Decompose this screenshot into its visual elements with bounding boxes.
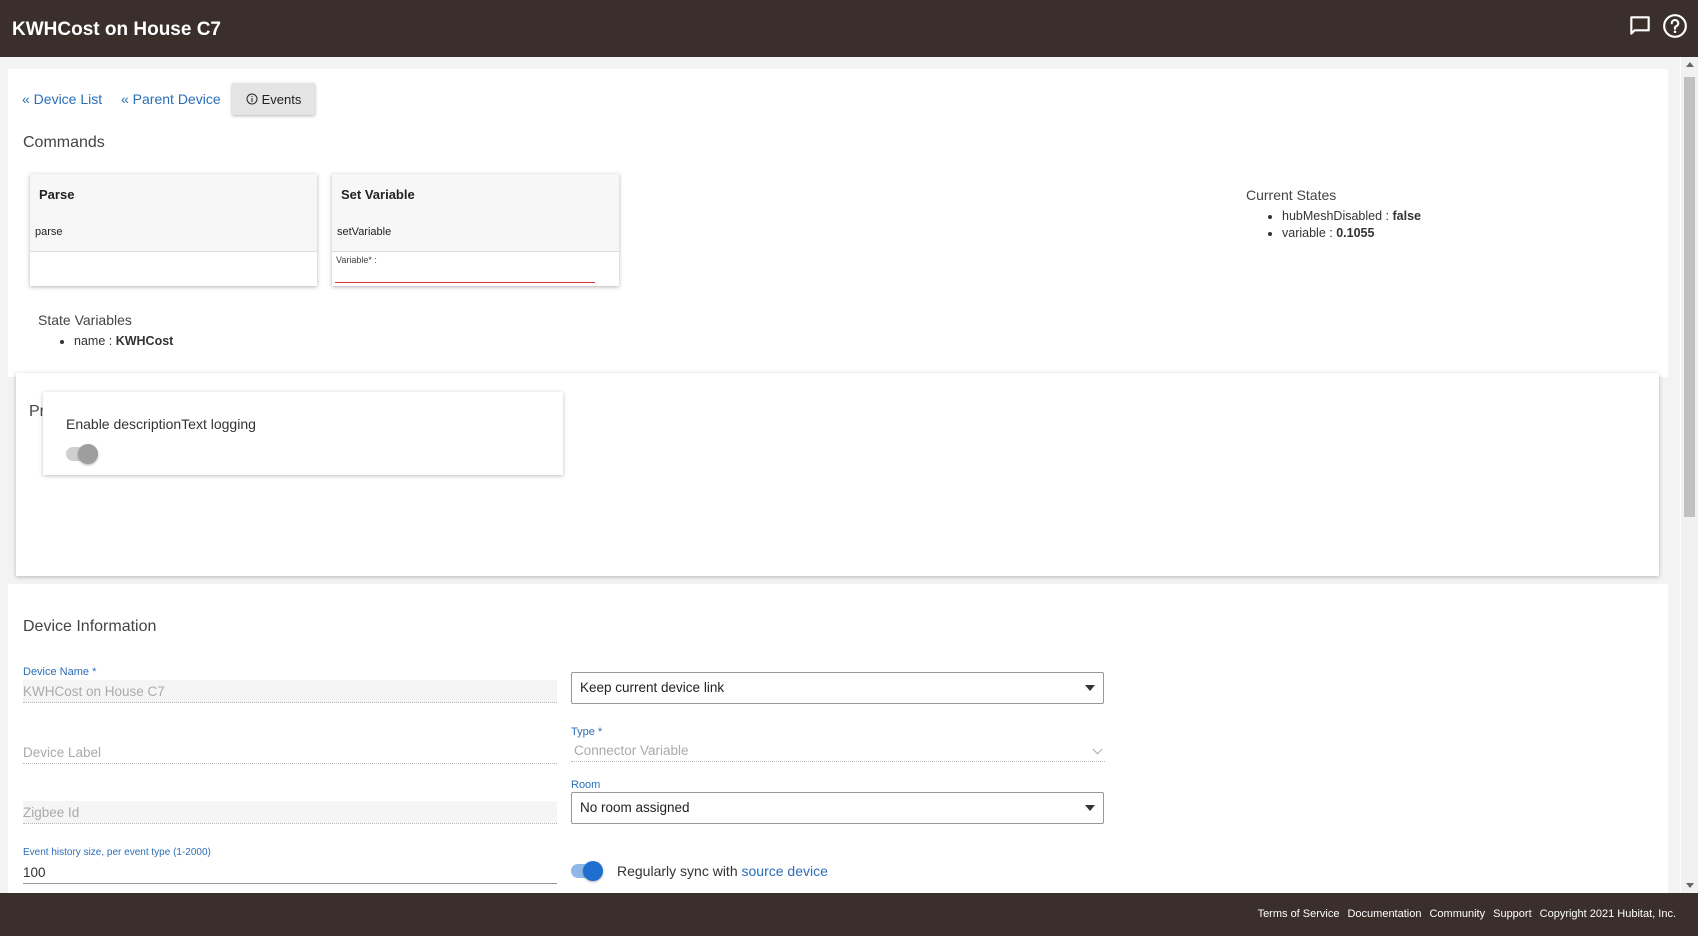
room-value: No room assigned	[580, 800, 690, 815]
scrollbar-thumb[interactable]	[1684, 77, 1695, 517]
device-information-panel: Device Information	[8, 584, 1668, 893]
page-title: KWHCost on House C7	[12, 19, 221, 40]
state-item: variable : 0.1055	[1282, 225, 1421, 242]
chevron-down-icon	[1092, 744, 1103, 755]
command-card-set-variable[interactable]: Set Variable setVariable Variable* :	[332, 174, 619, 286]
description-logging-toggle[interactable]	[66, 444, 98, 464]
command-header[interactable]: Set Variable setVariable	[332, 174, 619, 252]
device-list-link[interactable]: « Device List	[22, 91, 102, 107]
room-select[interactable]: No room assigned	[571, 792, 1104, 824]
state-variables: State Variables name : KWHCost	[38, 312, 173, 350]
scroll-down-icon[interactable]	[1686, 883, 1694, 888]
variable-param-label: Variable* :	[336, 255, 377, 265]
state-variables-list: name : KWHCost	[38, 333, 173, 350]
sync-text: Regularly sync with source device	[617, 863, 828, 879]
chat-icon[interactable]	[1627, 13, 1653, 39]
command-name: Parse	[39, 187, 75, 202]
type-select[interactable]: Connector Variable	[571, 740, 1105, 762]
device-name-label: Device Name *	[23, 666, 97, 678]
device-link-value: Keep current device link	[580, 680, 725, 695]
device-panel: « Device List « Parent Device Events Com…	[8, 69, 1668, 377]
events-button[interactable]: Events	[232, 83, 315, 115]
state-variable-item: name : KWHCost	[74, 333, 173, 350]
command-method: setVariable	[337, 226, 392, 238]
main-content: « Device List « Parent Device Events Com…	[0, 57, 1680, 893]
command-name: Set Variable	[341, 187, 415, 202]
preference-card: Enable descriptionText logging	[43, 392, 563, 475]
help-circle-icon[interactable]	[1662, 13, 1688, 39]
source-device-link[interactable]: source device	[742, 863, 828, 879]
sync-toggle[interactable]	[571, 861, 603, 881]
event-history-input[interactable]: 100	[23, 861, 557, 884]
current-states: Current States hubMeshDisabled : false v…	[1246, 187, 1421, 242]
event-history-label: Event history size, per event type (1-20…	[23, 847, 211, 858]
commands-title: Commands	[23, 134, 105, 151]
vertical-scrollbar[interactable]	[1681, 57, 1698, 893]
device-link-select[interactable]: Keep current device link	[571, 672, 1104, 704]
footer-links: Terms of Service Documentation Community…	[1258, 908, 1676, 920]
footer: Terms of Service Documentation Community…	[0, 893, 1698, 936]
terms-of-service-link[interactable]: Terms of Service	[1258, 908, 1340, 920]
dropdown-arrow-icon	[1085, 805, 1095, 811]
state-item: hubMeshDisabled : false	[1282, 208, 1421, 225]
preference-label: Enable descriptionText logging	[66, 416, 256, 432]
device-information-title: Device Information	[23, 618, 157, 635]
state-variables-title: State Variables	[38, 312, 132, 328]
variable-input[interactable]	[335, 282, 595, 283]
room-label: Room	[571, 779, 601, 791]
scroll-up-icon[interactable]	[1686, 62, 1694, 67]
device-label-input[interactable]: Device Label	[23, 741, 557, 764]
dropdown-arrow-icon	[1085, 685, 1095, 691]
command-header[interactable]: Parse parse	[30, 174, 317, 252]
device-name-input[interactable]: KWHCost on House C7	[23, 680, 557, 703]
events-button-label: Events	[261, 91, 302, 107]
current-states-title: Current States	[1246, 187, 1337, 203]
type-value: Connector Variable	[574, 743, 689, 758]
info-icon	[246, 93, 258, 105]
documentation-link[interactable]: Documentation	[1347, 908, 1421, 920]
zigbee-id-input[interactable]: Zigbee Id	[23, 801, 557, 824]
command-method: parse	[35, 226, 63, 238]
parent-device-link[interactable]: « Parent Device	[121, 91, 221, 107]
current-states-list: hubMeshDisabled : false variable : 0.105…	[1246, 208, 1421, 242]
type-label: Type *	[571, 726, 603, 738]
toggle-knob	[583, 861, 603, 881]
command-card-parse[interactable]: Parse parse	[30, 174, 317, 286]
support-link[interactable]: Support	[1493, 908, 1532, 920]
top-app-bar: KWHCost on House C7	[0, 0, 1698, 57]
copyright-text: Copyright 2021 Hubitat, Inc.	[1539, 908, 1676, 920]
toggle-knob	[78, 444, 98, 464]
community-link[interactable]: Community	[1429, 908, 1485, 920]
